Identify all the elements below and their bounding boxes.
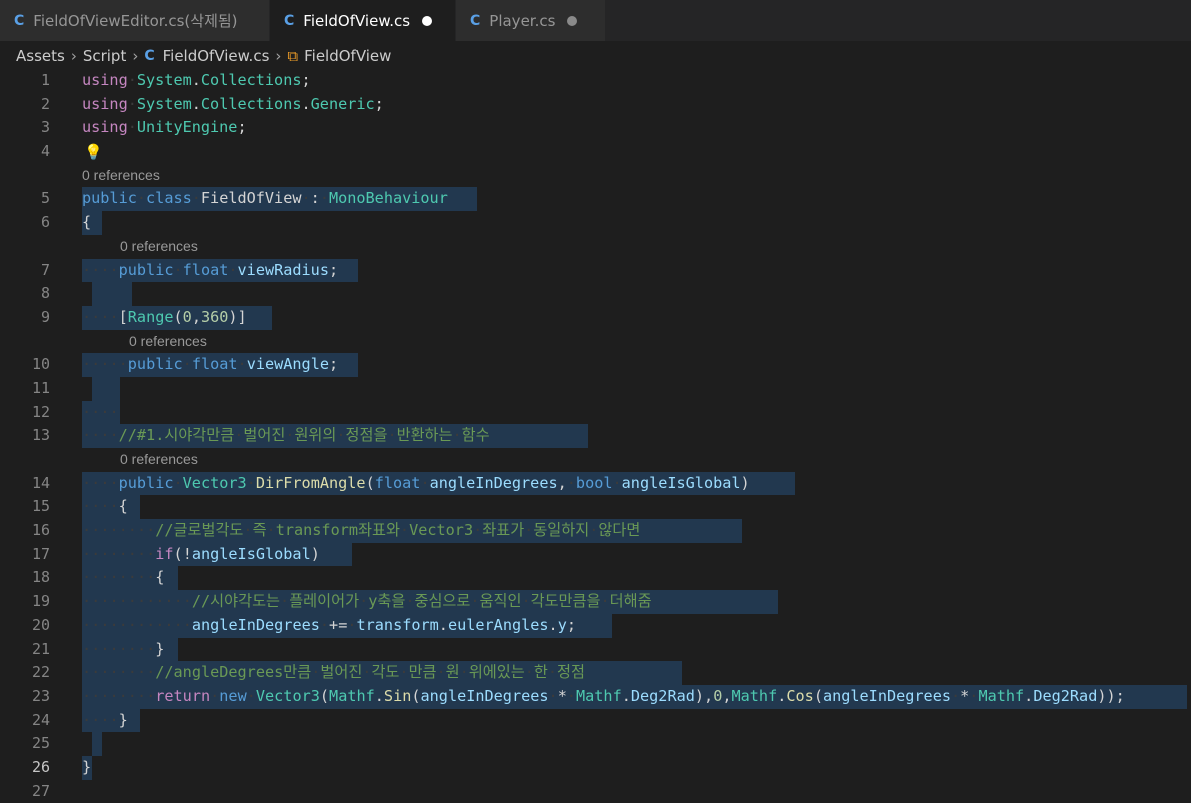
code-line[interactable]: ········{ xyxy=(82,566,164,590)
line-number: 8 xyxy=(40,284,50,303)
class-icon: ⧉ xyxy=(287,47,299,65)
code-line[interactable]: ····{ xyxy=(82,495,128,519)
csharp-icon: C xyxy=(144,48,155,64)
csharp-icon: C xyxy=(14,12,25,29)
code-line[interactable]: } xyxy=(82,756,91,780)
line-number: 20 xyxy=(31,615,50,634)
code-line[interactable]: ········return·new·Vector3(Mathf.Sin(ang… xyxy=(82,685,1125,709)
line-number: 17 xyxy=(31,544,50,563)
code-line[interactable]: ···· xyxy=(82,401,119,425)
code-line[interactable]: ········} xyxy=(82,638,164,662)
line-number: 6 xyxy=(40,213,50,232)
editor-tab-bar: C FieldOfViewEditor.cs(삭제됨) C FieldOfVie… xyxy=(0,0,1191,41)
csharp-icon: C xyxy=(470,12,481,29)
code-line[interactable]: ········if(!angleIsGlobal) xyxy=(82,543,320,567)
code-line[interactable]: ····//#1.시야각만큼·벌어진·원위의·정점을·반환하는·함수 xyxy=(82,424,490,448)
tab-player[interactable]: C Player.cs xyxy=(456,0,606,41)
line-number: 9 xyxy=(40,307,50,326)
line-number: 7 xyxy=(40,260,50,279)
line-number: 25 xyxy=(31,734,50,753)
line-number: 27 xyxy=(31,781,50,800)
line-number: 3 xyxy=(40,118,50,137)
line-number: 1 xyxy=(40,71,50,89)
line-number: 13 xyxy=(31,426,50,445)
code-line[interactable]: ····public·Vector3·DirFromAngle(float·an… xyxy=(82,472,750,496)
code-line[interactable]: ········//글로벌각도·즉·transform좌표와·Vector3·좌… xyxy=(82,519,640,543)
code-line[interactable]: ············//시야각도는·플레이어가·y축을·중심으로·움직인·각… xyxy=(82,590,652,614)
line-number: 11 xyxy=(31,378,50,397)
line-number: 14 xyxy=(31,473,50,492)
line-number: 21 xyxy=(31,639,50,658)
code-lens-references[interactable]: 0 references xyxy=(120,235,198,259)
tab-label: Player.cs xyxy=(489,11,556,30)
line-number: 24 xyxy=(31,710,50,729)
tab-label: FieldOfViewEditor.cs(삭제됨) xyxy=(33,12,238,30)
breadcrumb-file[interactable]: FieldOfView.cs xyxy=(163,47,270,65)
code-line[interactable]: ····public·float·viewRadius; xyxy=(82,259,338,283)
code-editor[interactable]: 1 using·System.Collections; 2 using·Syst… xyxy=(0,69,1191,800)
line-number: 23 xyxy=(31,686,50,705)
line-number: 10 xyxy=(31,355,50,374)
line-number: 18 xyxy=(31,568,50,587)
code-line[interactable]: ····[Range(0,360)] xyxy=(82,306,247,330)
breadcrumb: Assets › Script › C FieldOfView.cs › ⧉ F… xyxy=(0,41,1191,71)
line-number: 2 xyxy=(40,94,50,113)
code-line[interactable]: ····} xyxy=(82,709,128,733)
lightbulb-icon[interactable]: 💡 xyxy=(84,143,103,161)
line-number: 16 xyxy=(31,521,50,540)
line-number: 12 xyxy=(31,402,50,421)
code-line[interactable]: { xyxy=(82,211,91,235)
csharp-icon: C xyxy=(284,12,295,29)
code-line[interactable]: ·····public·float·viewAngle; xyxy=(82,353,338,377)
breadcrumb-script[interactable]: Script xyxy=(83,47,127,65)
chevron-right-icon: › xyxy=(70,47,77,65)
breadcrumb-assets[interactable]: Assets xyxy=(16,47,65,65)
line-number: 26 xyxy=(31,757,50,776)
code-lens-references[interactable]: 0 references xyxy=(129,330,207,354)
code-line[interactable]: using·System.Collections; xyxy=(82,69,311,93)
line-number: 19 xyxy=(31,592,50,611)
tab-fieldofview[interactable]: C FieldOfView.cs xyxy=(270,0,456,41)
breadcrumb-class[interactable]: FieldOfView xyxy=(304,47,391,65)
tab-fieldofvieweditor[interactable]: C FieldOfViewEditor.cs(삭제됨) xyxy=(0,0,270,41)
tab-label: FieldOfView.cs xyxy=(303,11,411,30)
chevron-right-icon: › xyxy=(275,47,282,65)
unsaved-dot-icon[interactable] xyxy=(567,15,578,26)
code-line[interactable]: ········//angleDegrees만큼·벌어진·각도·만큼·원·위에있… xyxy=(82,661,585,685)
line-number: 15 xyxy=(31,497,50,516)
code-lens-references[interactable]: 0 references xyxy=(82,164,160,188)
chevron-right-icon: › xyxy=(132,47,139,65)
code-line[interactable]: ············angleInDegrees·+=·transform.… xyxy=(82,614,576,638)
line-number: 5 xyxy=(40,189,50,208)
line-number: 4 xyxy=(40,142,50,161)
code-line[interactable]: using·UnityEngine; xyxy=(82,116,247,140)
code-lens-references[interactable]: 0 references xyxy=(120,448,198,472)
unsaved-dot-icon[interactable] xyxy=(422,15,433,26)
code-line[interactable]: public·class·FieldOfView·:·MonoBehaviour xyxy=(82,187,448,211)
line-number: 22 xyxy=(31,663,50,682)
code-line[interactable]: using·System.Collections.Generic; xyxy=(82,93,384,117)
